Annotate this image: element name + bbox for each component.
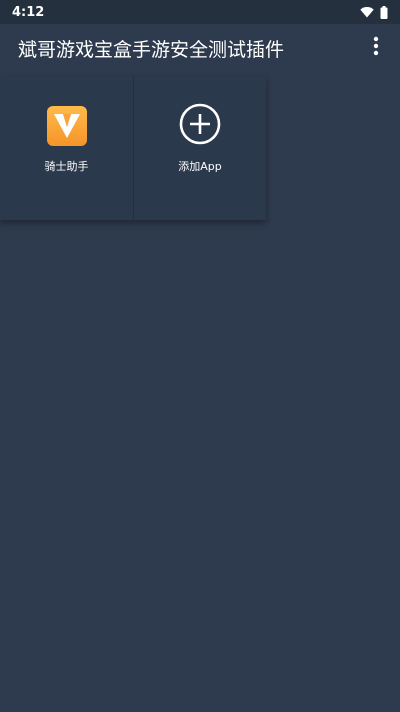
app-grid: 骑士助手 添加App [0, 76, 266, 220]
app-bar: 斌哥游戏宝盒手游安全测试插件 [0, 24, 400, 72]
app-title: 斌哥游戏宝盒手游安全测试插件 [18, 38, 285, 61]
more-options-button[interactable] [362, 28, 390, 68]
app-label: 添加App [178, 160, 222, 173]
add-circle-icon [179, 103, 221, 149]
add-app-tile[interactable]: 添加App [133, 76, 266, 220]
wifi-icon [360, 6, 374, 18]
app-label: 骑士助手 [44, 160, 89, 173]
knight-assistant-icon [46, 106, 87, 146]
tile-icon-wrapper [179, 103, 221, 149]
status-bar: 4:12 [0, 0, 400, 24]
status-time: 4:12 [12, 4, 45, 20]
battery-icon [380, 5, 388, 19]
tile-icon-wrapper [46, 106, 87, 146]
more-vert-icon [373, 36, 379, 60]
app-tile-knight-assistant[interactable]: 骑士助手 [0, 76, 133, 220]
status-icons [360, 5, 388, 19]
